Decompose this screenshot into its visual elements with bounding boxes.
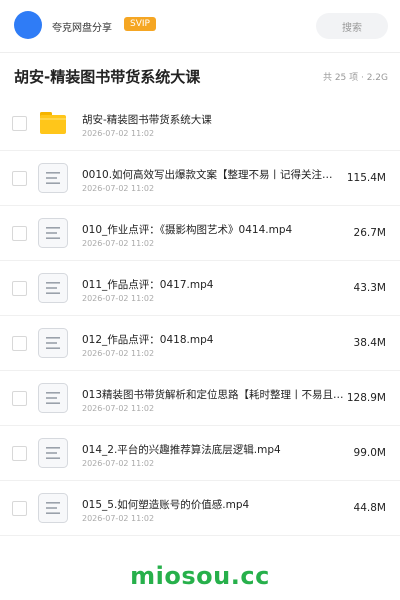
select-checkbox[interactable]	[12, 281, 27, 296]
select-checkbox[interactable]	[12, 336, 27, 351]
file-size: 115.4M	[346, 172, 386, 184]
file-name: 013精装图书带货解析和定位思路【耗时整理丨不易且…	[82, 389, 344, 401]
file-icon	[38, 218, 68, 248]
file-date: 2026-07-02 11:02	[82, 404, 155, 413]
folder-row[interactable]: 胡安-精装图书带货系统大课 2026-07-02 11:02	[0, 96, 400, 151]
file-icon	[38, 273, 68, 303]
file-row[interactable]: 015_5.如何塑造账号的价值感.mp4 2026-07-02 11:02 44.8…	[0, 481, 400, 536]
select-checkbox[interactable]	[12, 226, 27, 241]
watermark: miosou.cc	[130, 562, 270, 590]
file-date: 2026-07-02 11:02	[82, 349, 155, 358]
app-name: 夸克网盘分享	[52, 23, 112, 34]
file-row[interactable]: 0010.如何高效写出爆款文案【整理不易丨记得关注… 2026-07-02 11:…	[0, 151, 400, 206]
file-size: 128.9M	[346, 392, 386, 404]
top-bar: 夸克网盘分享 SVIP 搜索	[0, 0, 400, 52]
file-size: 43.3M	[353, 282, 386, 294]
file-icon	[38, 163, 68, 193]
folder-icon	[38, 108, 68, 138]
file-icon	[38, 438, 68, 468]
file-name: 胡安-精装图书带货系统大课	[82, 114, 212, 126]
avatar[interactable]	[14, 11, 42, 39]
file-date: 2026-07-02 11:02	[82, 239, 155, 248]
file-size: 38.4M	[353, 337, 386, 349]
file-date: 2026-07-02 11:02	[82, 184, 155, 193]
select-checkbox[interactable]	[12, 171, 27, 186]
file-list: 胡安-精装图书带货系统大课 2026-07-02 11:02 0010.如何高效写出…	[0, 96, 400, 536]
file-size: 26.7M	[353, 227, 386, 239]
file-icon	[38, 383, 68, 413]
file-name: 010_作业点评：《摄影构图艺术》0414.mp4	[82, 224, 293, 236]
file-row[interactable]: 014_2.平台的兴趣推荐算法底层逻辑.mp4 2026-07-02 11:02 9…	[0, 426, 400, 481]
file-name: 014_2.平台的兴趣推荐算法底层逻辑.mp4	[82, 444, 281, 456]
file-name: 012_作品点评：0418.mp4	[82, 334, 214, 346]
file-row[interactable]: 013精装图书带货解析和定位思路【耗时整理丨不易且… 2026-07-02 11:…	[0, 371, 400, 426]
file-icon	[38, 493, 68, 523]
header-divider	[0, 52, 400, 53]
page-title: 胡安-精装图书带货系统大课	[14, 68, 201, 86]
select-checkbox[interactable]	[12, 446, 27, 461]
select-checkbox[interactable]	[12, 501, 27, 516]
file-date: 2026-07-02 11:02	[82, 459, 155, 468]
search-button[interactable]: 搜索	[316, 13, 388, 39]
select-checkbox[interactable]	[12, 391, 27, 406]
file-size: 99.0M	[353, 447, 386, 459]
file-row[interactable]: 010_作业点评：《摄影构图艺术》0414.mp4 2026-07-02 11:0…	[0, 206, 400, 261]
file-icon	[38, 328, 68, 358]
file-row[interactable]: 012_作品点评：0418.mp4 2026-07-02 11:02 38.4M	[0, 316, 400, 371]
file-date: 2026-07-02 11:02	[82, 129, 155, 138]
file-size: 44.8M	[353, 502, 386, 514]
file-date: 2026-07-02 11:02	[82, 294, 155, 303]
svip-badge: SVIP	[124, 17, 156, 31]
folder-meta: 共 25 项 · 2.2G	[322, 73, 388, 83]
file-name: 0010.如何高效写出爆款文案【整理不易丨记得关注…	[82, 169, 333, 181]
file-name: 011_作品点评：0417.mp4	[82, 279, 214, 291]
file-row[interactable]: 011_作品点评：0417.mp4 2026-07-02 11:02 43.3M	[0, 261, 400, 316]
file-name: 015_5.如何塑造账号的价值感.mp4	[82, 499, 250, 511]
file-date: 2026-07-02 11:02	[82, 514, 155, 523]
select-checkbox[interactable]	[12, 116, 27, 131]
